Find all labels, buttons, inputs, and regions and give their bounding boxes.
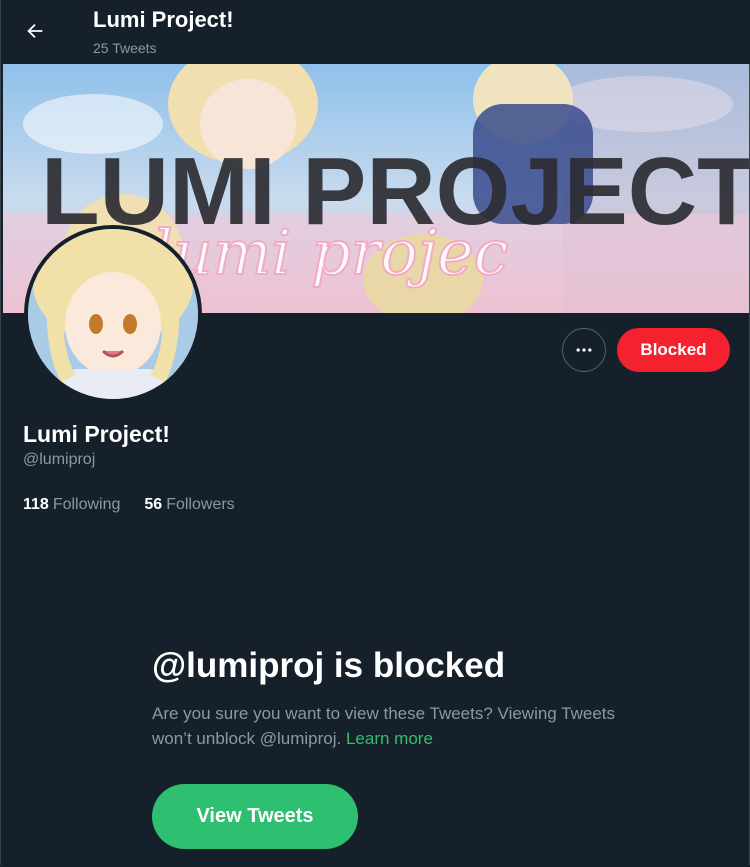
followers-link[interactable]: 56 Followers — [144, 496, 234, 514]
avatar[interactable] — [24, 225, 202, 403]
banner-script: lumi projec — [153, 216, 508, 289]
tweet-count: 25 Tweets — [93, 40, 157, 56]
profile-page: Lumi Project! 25 Tweets LUMI PROJECT! lu… — [0, 0, 750, 865]
arrow-left-icon — [27, 23, 43, 39]
display-name: Lumi Project! — [23, 421, 170, 447]
avatar-image — [28, 229, 198, 399]
profile-header: Lumi Project! 25 Tweets — [1, 0, 750, 64]
followers-count: 56 — [144, 496, 163, 513]
blocked-title: @lumiproj is blocked — [152, 646, 506, 685]
profile-handle: @lumiproj — [23, 451, 96, 468]
learn-more-link[interactable]: Learn more — [346, 729, 433, 748]
blocked-description: Are you sure you want to view these Twee… — [152, 701, 622, 751]
following-label: Following — [52, 496, 121, 513]
following-link[interactable]: 118 Following — [23, 496, 120, 514]
view-tweets-button[interactable]: View Tweets — [152, 784, 358, 849]
back-button[interactable] — [16, 12, 54, 50]
blocked-button[interactable]: Blocked — [617, 328, 730, 372]
follow-stats: 118 Following 56 Followers — [23, 496, 235, 514]
followers-label: Followers — [166, 496, 235, 513]
more-horizontal-icon — [576, 348, 592, 352]
more-options-button[interactable] — [562, 328, 606, 372]
following-count: 118 — [23, 496, 49, 513]
header-title: Lumi Project! — [93, 7, 234, 32]
